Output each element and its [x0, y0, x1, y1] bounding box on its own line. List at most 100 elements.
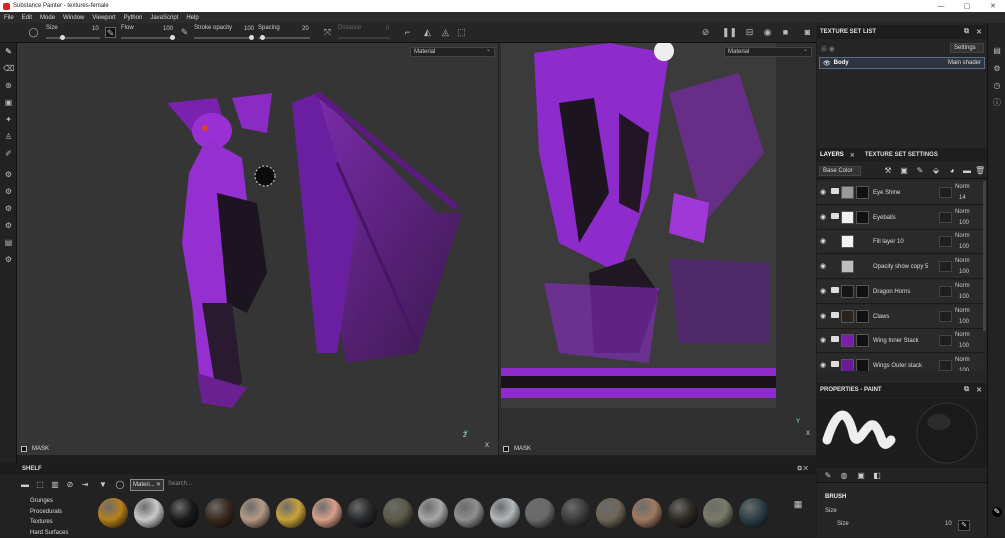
- history-icon[interactable]: ◷: [992, 81, 1002, 91]
- material-swatch[interactable]: [454, 498, 484, 528]
- size-value[interactable]: 10: [92, 26, 99, 32]
- layer-blend-mode[interactable]: Norm: [955, 184, 970, 190]
- smudge-icon[interactable]: ✦: [3, 114, 14, 125]
- flow-slider[interactable]: [121, 37, 175, 39]
- menu-python[interactable]: Python: [120, 15, 147, 21]
- transform-icon[interactable]: ⬚: [456, 27, 467, 38]
- shelf-category-item[interactable]: Grunges: [30, 496, 68, 507]
- layer-visibility-eye-icon[interactable]: ◉: [820, 188, 826, 196]
- layer-mask-slot[interactable]: [939, 335, 952, 346]
- layer-opacity[interactable]: 100: [959, 220, 969, 226]
- pen-pressure-icon[interactable]: ✎: [105, 27, 116, 38]
- channel-select[interactable]: Base Color: [819, 166, 861, 176]
- eraser-icon[interactable]: ⌫: [3, 63, 14, 74]
- brush-size-value[interactable]: 10: [945, 521, 952, 527]
- size-slider[interactable]: [46, 37, 100, 39]
- brush-shape-icon[interactable]: ◯: [28, 27, 39, 38]
- menu-edit[interactable]: Edit: [18, 15, 36, 21]
- delete-layer-icon[interactable]: 🗑: [975, 166, 985, 176]
- clone-icon[interactable]: ♙: [3, 131, 14, 142]
- add-effect-icon[interactable]: ⚒: [883, 166, 893, 176]
- brush-tab-icon[interactable]: ✎: [823, 471, 833, 481]
- mask-toggle-2d[interactable]: MASK: [503, 444, 531, 454]
- layer-row[interactable]: ◉ClawsNorm100: [817, 305, 985, 329]
- layers-scrollbar[interactable]: [983, 181, 986, 331]
- flow-slider-handle[interactable]: [170, 35, 175, 40]
- layer-visibility-eye-icon[interactable]: ◉: [820, 361, 826, 369]
- camera-icon[interactable]: ■: [780, 27, 791, 38]
- filter-icon[interactable]: ▼: [98, 480, 108, 490]
- eye-icon[interactable]: 👁: [823, 60, 831, 67]
- grid-view-icon[interactable]: ▦: [793, 499, 803, 509]
- material-swatch[interactable]: [134, 498, 164, 528]
- mask-checkbox-3d[interactable]: [21, 446, 27, 452]
- material-swatch[interactable]: [525, 498, 555, 528]
- maximize-button[interactable]: ▢: [957, 0, 977, 12]
- bake-icon[interactable]: ⚙: [3, 254, 14, 265]
- shelf-new-icon[interactable]: ⬚: [35, 480, 45, 490]
- shelf-hide-icon[interactable]: ⊘: [65, 480, 75, 490]
- layer-row[interactable]: ◉Eye ShineNorm14: [817, 181, 985, 205]
- material-swatch[interactable]: [276, 498, 306, 528]
- tab-texture-set-settings[interactable]: TEXTURE SET SETTINGS: [862, 152, 941, 158]
- material-picker-icon[interactable]: ⚙: [3, 186, 14, 197]
- stroke-opacity-slider[interactable]: [194, 37, 254, 39]
- properties-float-icon[interactable]: ⧉: [964, 386, 969, 394]
- alpha-tab-icon[interactable]: ◧: [872, 471, 882, 481]
- flow-value[interactable]: 100: [163, 26, 173, 32]
- stroke-opacity-value[interactable]: 100: [244, 26, 254, 32]
- layer-visibility-eye-icon[interactable]: ◉: [820, 213, 826, 221]
- flow-pressure-icon[interactable]: ✎: [179, 27, 190, 38]
- layer-visibility-eye-icon[interactable]: ◉: [820, 237, 826, 245]
- shelf-category-item[interactable]: Textures: [30, 517, 68, 528]
- material-swatch[interactable]: [312, 498, 342, 528]
- close-button[interactable]: ✕: [983, 0, 1003, 12]
- display-settings-icon[interactable]: ⚙: [992, 64, 1002, 74]
- layer-mask-slot[interactable]: [939, 187, 952, 198]
- filter-circle-icon[interactable]: ◯: [115, 480, 125, 490]
- layer-blend-mode[interactable]: Norm: [955, 283, 970, 289]
- layer-opacity[interactable]: 14: [959, 195, 966, 201]
- lazy-mouse-icon[interactable]: ⤧: [322, 27, 333, 38]
- geometry-decal-icon[interactable]: ▣: [3, 97, 14, 108]
- viewport-2d-material-select[interactable]: Material: [724, 47, 812, 57]
- shelf-close-icon[interactable]: ⧉ ✕: [797, 463, 808, 475]
- size-slider-handle[interactable]: [60, 35, 65, 40]
- menu-mode[interactable]: Mode: [36, 15, 59, 21]
- material-swatch[interactable]: [596, 498, 626, 528]
- spacing-slider-handle[interactable]: [260, 35, 265, 40]
- hide-icon[interactable]: ⊘: [700, 27, 711, 38]
- filter-remove-icon[interactable]: ✕: [156, 480, 161, 490]
- layer-opacity[interactable]: 100: [959, 269, 969, 275]
- layer-visibility-eye-icon[interactable]: ◉: [820, 262, 826, 270]
- layer-blend-mode[interactable]: Norm: [955, 258, 970, 264]
- mask-checkbox-2d[interactable]: [503, 446, 509, 452]
- viewport-3d-material-select[interactable]: Material: [410, 47, 495, 57]
- layer-opacity[interactable]: 100: [959, 319, 969, 325]
- add-folder-icon[interactable]: ▬: [962, 166, 972, 176]
- menu-window[interactable]: Window: [59, 15, 88, 21]
- tab-layers[interactable]: LAYERS: [817, 152, 847, 158]
- layer-row[interactable]: ◉EyeballsNorm100: [817, 206, 985, 230]
- material-swatch[interactable]: [703, 498, 733, 528]
- layer-opacity[interactable]: 100: [959, 368, 969, 371]
- material-swatch[interactable]: [240, 498, 270, 528]
- panel-close-icon[interactable]: ✕: [976, 28, 982, 36]
- brush-dock-icon[interactable]: ✎: [992, 507, 1002, 517]
- tab-layers-close-icon[interactable]: ✕: [847, 152, 858, 159]
- material-swatch[interactable]: [632, 498, 662, 528]
- material-swatch[interactable]: [169, 498, 199, 528]
- layer-row[interactable]: ◉Opacity show copy 5Norm100: [817, 255, 985, 279]
- layer-mask-slot[interactable]: [939, 311, 952, 322]
- add-fill-layer-icon[interactable]: ⬙: [931, 166, 941, 176]
- layer-blend-mode[interactable]: Norm: [955, 209, 970, 215]
- layer-row[interactable]: ◉Wings Outer stackNorm100: [817, 354, 985, 371]
- layer-blend-mode[interactable]: Norm: [955, 332, 970, 338]
- menu-javascript[interactable]: JavaScript: [146, 15, 182, 21]
- add-smart-material-icon[interactable]: ◕: [947, 166, 957, 176]
- symmetry-icon[interactable]: ◭: [422, 27, 433, 38]
- smart-mask-icon[interactable]: ⚙: [3, 203, 14, 214]
- layer-mask-slot[interactable]: [939, 286, 952, 297]
- projection-icon[interactable]: ⊛: [3, 80, 14, 91]
- layer-visibility-eye-icon[interactable]: ◉: [820, 336, 826, 344]
